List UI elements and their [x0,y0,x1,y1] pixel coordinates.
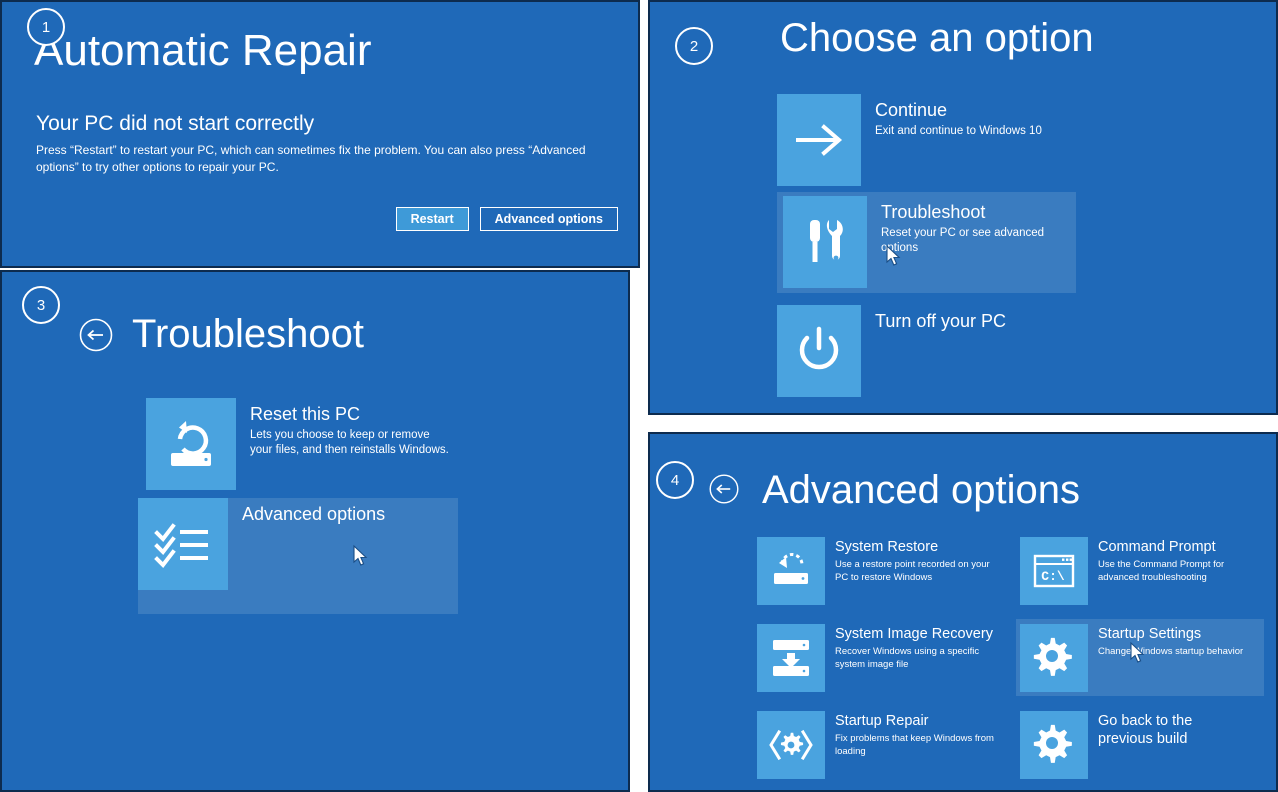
subtitle: Your PC did not start correctly [36,112,315,135]
panel-troubleshoot-content: Troubleshoot Reset this PC Lets you choo… [0,270,630,792]
svg-text:C:\: C:\ [1041,569,1065,584]
option-text: Startup Settings Change Windows startup … [1098,624,1258,659]
option-desc: Exit and continue to Windows 10 [875,125,1042,137]
system-image-recovery-icon [757,624,825,692]
option-turn-off-your-pc[interactable]: Turn off your PC [777,305,1006,397]
wrench-screwdriver-icon [783,196,867,288]
reset-pc-icon [146,398,236,490]
option-text: System Restore Use a restore point recor… [835,537,995,584]
option-system-image-recovery[interactable]: System Image Recovery Recover Windows us… [757,624,995,692]
option-title: Go back to the previous build [1098,713,1193,747]
option-reset-this-pc[interactable]: Reset this PC Lets you choose to keep or… [146,398,455,490]
option-text: Troubleshoot Reset your PC or see advanc… [881,192,1076,256]
option-title: System Restore [835,539,939,555]
power-icon [777,305,861,397]
option-desc: Fix problems that keep Windows from load… [835,733,994,757]
step-badge-3: 3 [22,286,60,324]
option-continue[interactable]: Continue Exit and continue to Windows 10 [777,94,1042,186]
option-title: Troubleshoot [881,202,986,222]
option-text: Advanced options [242,498,385,525]
command-prompt-icon: C:\ [1020,537,1088,605]
option-go-back-previous-build[interactable]: Go back to the previous build [1020,711,1258,779]
back-arrow-icon[interactable] [708,473,744,509]
panel-automatic-repair: Automatic Repair Your PC did not start c… [0,0,640,268]
option-title: Turn off your PC [875,311,1007,331]
option-text: Go back to the previous build [1098,711,1258,748]
option-startup-settings[interactable]: Startup Settings Change Windows startup … [1016,619,1264,696]
page-title: Troubleshoot [132,312,364,356]
panel-advanced-options: Advanced options System Restore Use a re… [648,432,1278,792]
option-title: Startup Repair [835,713,929,729]
option-title: Reset this PC [250,404,361,424]
option-startup-repair[interactable]: Startup Repair Fix problems that keep Wi… [757,711,995,779]
option-text: Continue Exit and continue to Windows 10 [875,94,1042,139]
page-title: Advanced options [762,468,1081,512]
header-advanced-options: Advanced options [708,468,1080,513]
gear-icon [1020,711,1088,779]
page-title: Choose an option [780,16,1094,60]
option-title: Startup Settings [1098,626,1202,642]
step-badge-4: 4 [656,461,694,499]
option-command-prompt[interactable]: C:\ Command Prompt Use the Command Promp… [1020,537,1258,605]
step-badge-1: 1 [27,8,65,46]
option-title: Advanced options [242,504,386,524]
step-badge-2: 2 [675,27,713,65]
option-desc: Change Windows startup behavior [1098,646,1244,657]
option-title: Continue [875,100,948,120]
option-text: Startup Repair Fix problems that keep Wi… [835,711,995,758]
page-title: Automatic Repair [34,26,372,75]
option-desc: Recover Windows using a specific system … [835,646,980,670]
arrow-right-icon [777,94,861,186]
button-group: Restart Advanced options [395,207,618,231]
startup-repair-icon [757,711,825,779]
option-title: System Image Recovery [835,626,993,642]
back-arrow-icon[interactable] [78,317,114,353]
advanced-options-button[interactable]: Advanced options [479,207,618,231]
option-troubleshoot[interactable]: Troubleshoot Reset your PC or see advanc… [777,192,1076,293]
option-title: Command Prompt [1098,539,1216,555]
option-desc: Use the Command Prompt for advanced trou… [1098,559,1225,583]
restart-button[interactable]: Restart [395,207,469,231]
header: Choose an option [780,16,1094,61]
system-restore-icon [757,537,825,605]
option-text: Turn off your PC [875,305,1006,332]
panel-choose-an-option: Choose an option Continue Exit and conti… [648,0,1278,415]
option-system-restore[interactable]: System Restore Use a restore point recor… [757,537,995,605]
option-text: Reset this PC Lets you choose to keep or… [250,398,455,458]
option-desc: Lets you choose to keep or remove your f… [250,429,449,456]
checklist-icon [138,498,228,590]
gear-icon [1020,624,1088,692]
header-troubleshoot: Troubleshoot [78,312,364,357]
option-advanced-options[interactable]: Advanced options [138,498,458,614]
body-text: Press “Restart” to restart your PC, whic… [36,143,586,174]
option-desc: Use a restore point recorded on your PC … [835,559,990,583]
option-desc: Reset your PC or see advanced options [881,227,1045,254]
option-text: Command Prompt Use the Command Prompt fo… [1098,537,1258,584]
option-text: System Image Recovery Recover Windows us… [835,624,995,671]
